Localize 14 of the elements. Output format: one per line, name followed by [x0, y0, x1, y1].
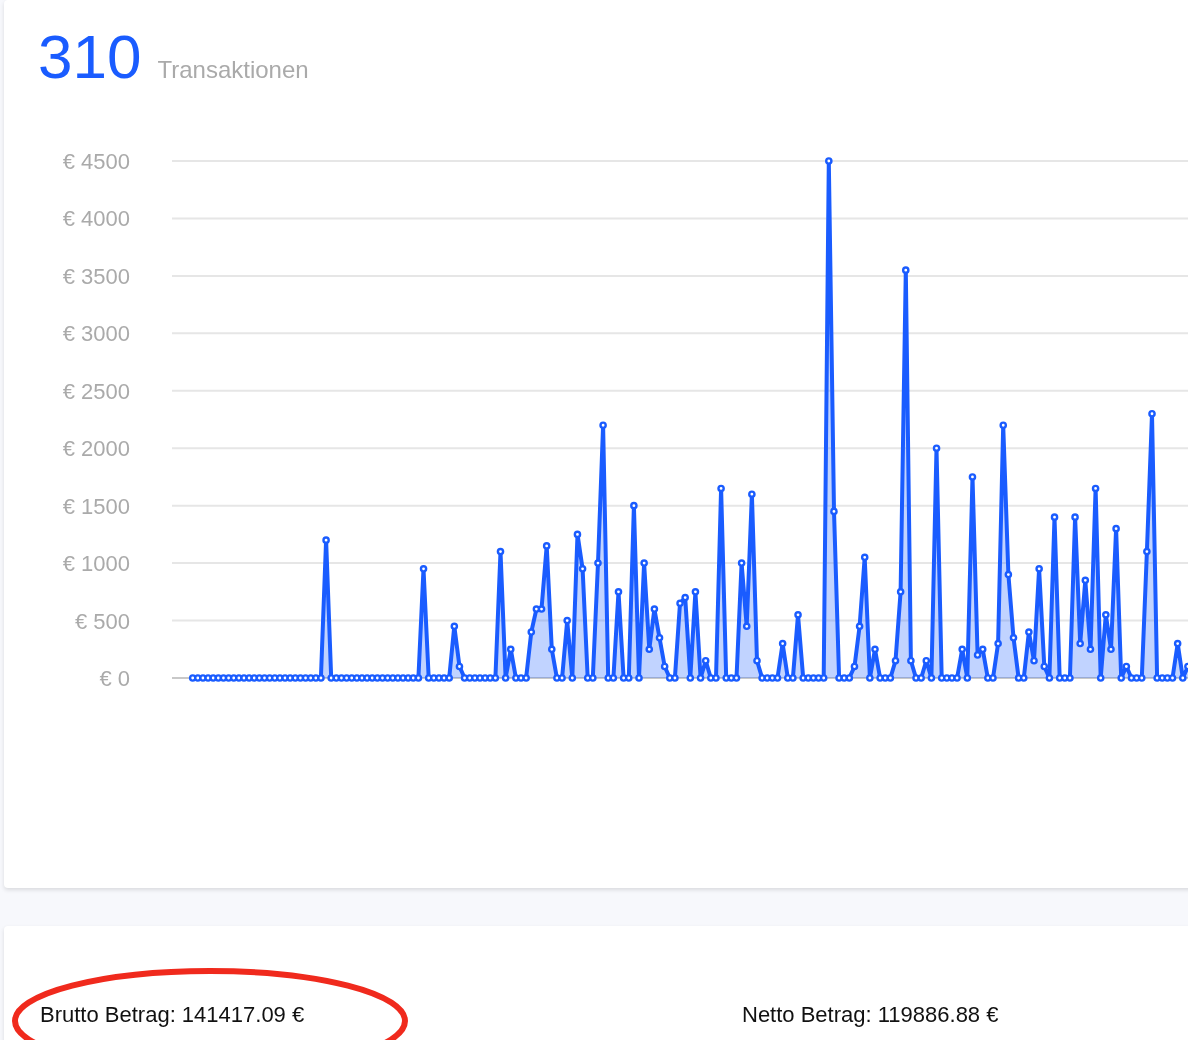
- axis-label: € 1000: [62, 551, 130, 577]
- axis-label: € 1500: [62, 493, 130, 519]
- axis-label: € 3500: [62, 263, 130, 289]
- amount-text: Netto Betrag: 119886.88 €: [742, 1002, 999, 1027]
- axis-label: € 3000: [62, 321, 130, 347]
- axis-label: € 500: [74, 608, 130, 634]
- transaction-count: 310: [38, 22, 142, 92]
- axis-label: € 4500: [62, 149, 130, 174]
- amount-text: Brutto Betrag: 141417.09 €: [40, 1002, 305, 1027]
- transaction-label: Transaktionen: [157, 56, 309, 84]
- axis-label: € 0: [99, 666, 130, 691]
- axis-label: € 2000: [62, 436, 130, 462]
- axis-label: € 2500: [62, 378, 130, 404]
- axis-label: € 4000: [62, 206, 130, 232]
